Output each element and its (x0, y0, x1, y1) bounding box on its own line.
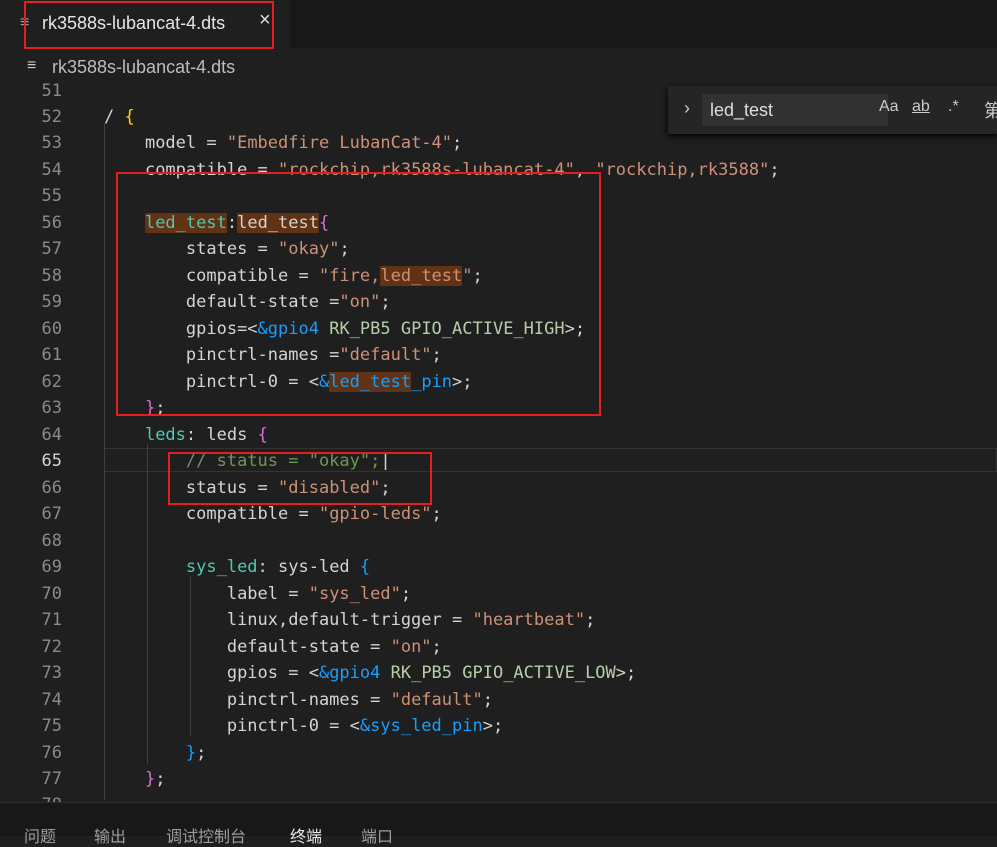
panel-tab-ports[interactable]: 端口 (361, 823, 393, 847)
code-line: 65 // status = "okay";| (41, 451, 391, 471)
code-line: 70 label = "sys_led"; (41, 584, 412, 604)
panel-tab-terminal[interactable]: 终端 (290, 823, 322, 847)
annotation-box-led-test (116, 172, 601, 416)
code-line: 67 compatible = "gpio-leds"; (41, 504, 442, 524)
code-line: 66 status = "disabled"; (41, 478, 391, 498)
regex-icon[interactable]: .* (948, 98, 959, 116)
chevron-right-icon[interactable]: › (684, 98, 690, 119)
match-word-icon[interactable]: ab (912, 98, 930, 116)
find-input[interactable] (702, 94, 888, 126)
panel-tabs: 问题 输出 调试控制台 终端 端口 (0, 802, 997, 846)
panel-tab-problems[interactable]: 问题 (24, 823, 56, 847)
code-line: 71 linux,default-trigger = "heartbeat"; (41, 610, 596, 630)
breadcrumb-file[interactable]: rk3588s-lubancat-4.dts (52, 57, 235, 78)
code-line: 75 pinctrl-0 = <&sys_led_pin>; (41, 716, 504, 736)
code-line: 69 sys_led: sys-led { (41, 557, 371, 577)
lines-file-icon: ≡ (27, 57, 37, 74)
code-line: 72 default-state = "on"; (41, 637, 442, 657)
code-line: 76 }; (41, 743, 207, 763)
match-case-icon[interactable]: Aa (879, 98, 899, 116)
code-line: 64 leds: leds { (41, 425, 268, 445)
find-widget: › Aa ab .* 第 (668, 86, 997, 134)
code-editor[interactable]: 51 52/ { 53 model = "Embedfire LubanCat-… (0, 81, 997, 815)
annotation-box-tab (24, 1, 274, 49)
code-line: 68 (41, 531, 62, 551)
find-result-count: 第 (984, 101, 997, 121)
panel-tab-output[interactable]: 输出 (94, 823, 126, 847)
tab-bar: ≡ rk3588s-lubancat-4.dts × (0, 0, 997, 49)
code-line: 73 gpios = <&gpio4 RK_PB5 GPIO_ACTIVE_LO… (41, 663, 637, 683)
annotation-box-status (168, 452, 432, 505)
code-line: 77 }; (41, 769, 166, 789)
panel-tab-debug-console[interactable]: 调试控制台 (166, 823, 246, 847)
code-line: 74 pinctrl-names = "default"; (41, 690, 493, 710)
